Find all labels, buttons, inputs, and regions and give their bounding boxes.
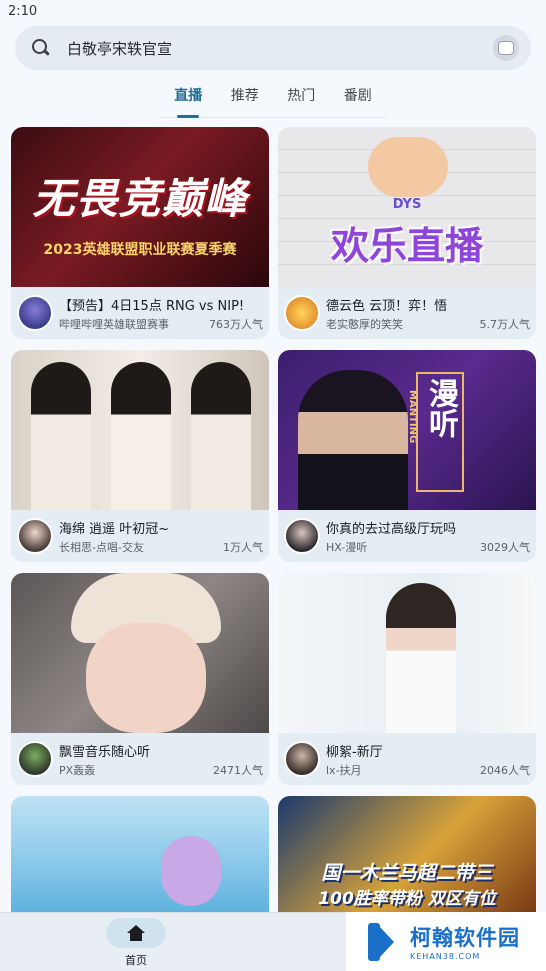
- card-thumbnail: [11, 796, 269, 912]
- card-title: 你真的去过高级厅玩吗: [326, 522, 457, 537]
- home-icon: [127, 925, 145, 941]
- card-thumbnail: 漫听 MANTING: [278, 350, 536, 510]
- streamer-avatar: [284, 741, 320, 777]
- cartoon-heads-image: [368, 137, 448, 197]
- card-title: 海绵 逍遥 叶初冠~: [59, 522, 170, 537]
- streamer-avatar: [17, 518, 53, 554]
- viewer-count: 3029人气: [480, 541, 530, 554]
- card-thumbnail: [11, 350, 269, 510]
- card-thumbnail: 国一木兰马超二带三 100胜率带粉 双区有位: [278, 796, 536, 912]
- live-card[interactable]: 漫听 MANTING 你真的去过高级厅玩吗 HX-漫听 3029人气: [278, 350, 536, 562]
- viewer-count: 763万人气: [209, 318, 263, 331]
- streamer-name: lx-扶月: [326, 764, 362, 777]
- watermark-logo: 柯翰软件园 KEHAN38.COM: [346, 912, 546, 971]
- streamer-avatar: [17, 741, 53, 777]
- streamer-name: 长相思-点唱-交友: [59, 541, 144, 554]
- thumb-subline: MANTING: [407, 390, 418, 444]
- anime-character-image: [161, 836, 221, 906]
- thumb-subline: 2023英雄联盟职业联赛夏季赛: [43, 242, 237, 258]
- card-title: 德云色 云顶！弈！悟: [326, 299, 448, 314]
- viewer-count: 2046人气: [480, 764, 530, 777]
- person-image: [111, 362, 171, 510]
- thumb-headline: 无畏竞巅峰: [32, 174, 248, 223]
- live-grid: 无畏竞巅峰 2023英雄联盟职业联赛夏季赛 【预告】4日15点 RNG vs N…: [0, 0, 546, 912]
- thumb-headline: 漫听: [423, 378, 458, 438]
- card-thumbnail: 无畏竞巅峰 2023英雄联盟职业联赛夏季赛: [11, 127, 269, 287]
- streamer-avatar: [284, 518, 320, 554]
- watermark-cn: 柯翰软件园: [410, 926, 520, 950]
- live-card[interactable]: DYS 欢乐直播 德云色 云顶！弈！悟 老实憨厚的笑笑 5.7万人气: [278, 127, 536, 339]
- streamer-name: 哔哩哔哩英雄联盟赛事: [59, 318, 169, 331]
- live-card[interactable]: [11, 796, 269, 912]
- streamer-name: PX轰轰: [59, 764, 96, 777]
- streamer-avatar: [17, 295, 53, 331]
- streamer-name: 老实憨厚的笑笑: [326, 318, 403, 331]
- person-face: [86, 623, 206, 733]
- card-title: 柳絮-新厅: [326, 745, 383, 760]
- person-image: [191, 362, 251, 510]
- thumb-subline: 100胜率带粉 双区有位: [318, 889, 496, 909]
- thumb-headline: 国一木兰马超二带三: [321, 862, 493, 884]
- card-thumbnail: DYS 欢乐直播: [278, 127, 536, 287]
- person-image: [386, 583, 456, 733]
- viewer-count: 1万人气: [223, 541, 263, 554]
- card-thumbnail: [278, 573, 536, 733]
- thumb-subline: DYS: [392, 197, 422, 212]
- card-title: 飘雪音乐随心听: [59, 745, 151, 760]
- nav-home-button[interactable]: [106, 918, 166, 948]
- live-card[interactable]: 国一木兰马超二带三 100胜率带粉 双区有位: [278, 796, 536, 912]
- live-card[interactable]: 飘雪音乐随心听 PX轰轰 2471人气: [11, 573, 269, 785]
- live-card[interactable]: 海绵 逍遥 叶初冠~ 长相思-点唱-交友 1万人气: [11, 350, 269, 562]
- watermark-en: KEHAN38.COM: [410, 952, 481, 961]
- card-title: 【预告】4日15点 RNG vs NIP!: [59, 299, 245, 314]
- person-image: [31, 362, 91, 510]
- live-card[interactable]: 柳絮-新厅 lx-扶月 2046人气: [278, 573, 536, 785]
- nav-home-label[interactable]: 首页: [106, 952, 166, 968]
- streamer-name: HX-漫听: [326, 541, 368, 554]
- k-logo-icon: [366, 921, 404, 963]
- person-image: [298, 370, 408, 510]
- thumb-headline: 欢乐直播: [330, 224, 483, 268]
- live-card[interactable]: 无畏竞巅峰 2023英雄联盟职业联赛夏季赛 【预告】4日15点 RNG vs N…: [11, 127, 269, 339]
- viewer-count: 5.7万人气: [479, 318, 531, 331]
- viewer-count: 2471人气: [213, 764, 263, 777]
- streamer-avatar: [284, 295, 320, 331]
- card-thumbnail: [11, 573, 269, 733]
